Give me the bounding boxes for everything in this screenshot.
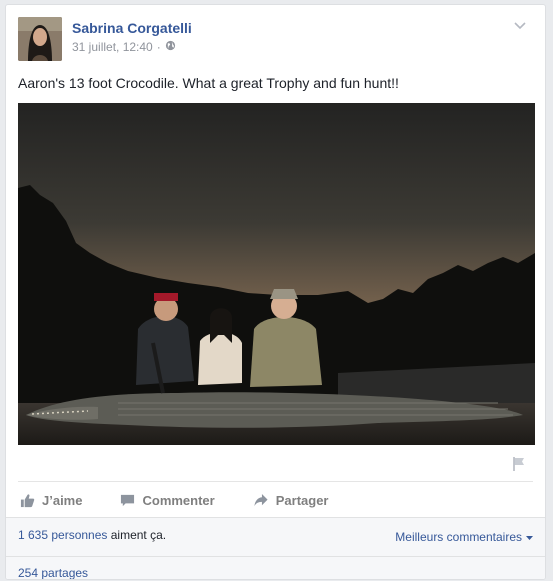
globe-icon[interactable] — [165, 40, 176, 54]
chevron-down-icon[interactable] — [513, 19, 527, 33]
post-header: Sabrina Corgatelli 31 juillet, 12:40 · — [18, 17, 533, 62]
share-button[interactable]: Partager — [253, 492, 329, 508]
speech-bubble-icon — [120, 493, 135, 508]
share-label: Partager — [275, 492, 329, 508]
meta-separator: · — [156, 40, 161, 54]
likes-rest-text: aiment ça. — [107, 528, 167, 542]
like-button[interactable]: J’aime — [20, 493, 82, 508]
post-card: Sabrina Corgatelli 31 juillet, 12:40 · A… — [5, 4, 546, 580]
post-text: Aaron's 13 foot Crocodile. What a great … — [18, 75, 399, 91]
flag-icon[interactable] — [511, 456, 527, 472]
post-footer: 1 635 personnes aiment ça. Meilleurs com… — [6, 517, 545, 579]
author-name[interactable]: Sabrina Corgatelli — [72, 20, 192, 36]
action-bar: J’aime Commenter Partager — [18, 481, 533, 518]
thumbs-up-icon — [20, 493, 35, 508]
likes-count-link[interactable]: 1 635 personnes — [18, 528, 107, 542]
share-arrow-icon — [253, 493, 269, 508]
comment-button[interactable]: Commenter — [120, 492, 215, 508]
likes-summary: 1 635 personnes aiment ça. — [18, 528, 166, 546]
post-date[interactable]: 31 juillet, 12:40 — [72, 40, 153, 54]
best-comments-label: Meilleurs commentaires — [395, 530, 522, 544]
caret-down-icon — [526, 530, 533, 544]
avatar[interactable] — [18, 17, 62, 61]
like-label: J’aime — [42, 492, 83, 508]
likes-row: 1 635 personnes aiment ça. Meilleurs com… — [18, 528, 533, 546]
post-meta: 31 juillet, 12:40 · — [72, 40, 176, 54]
comment-label: Commenter — [142, 492, 215, 508]
shares-count[interactable]: 254 partages — [18, 566, 88, 579]
best-comments-dropdown[interactable]: Meilleurs commentaires — [395, 528, 533, 546]
post-photo[interactable] — [18, 103, 535, 445]
footer-divider — [6, 556, 545, 557]
